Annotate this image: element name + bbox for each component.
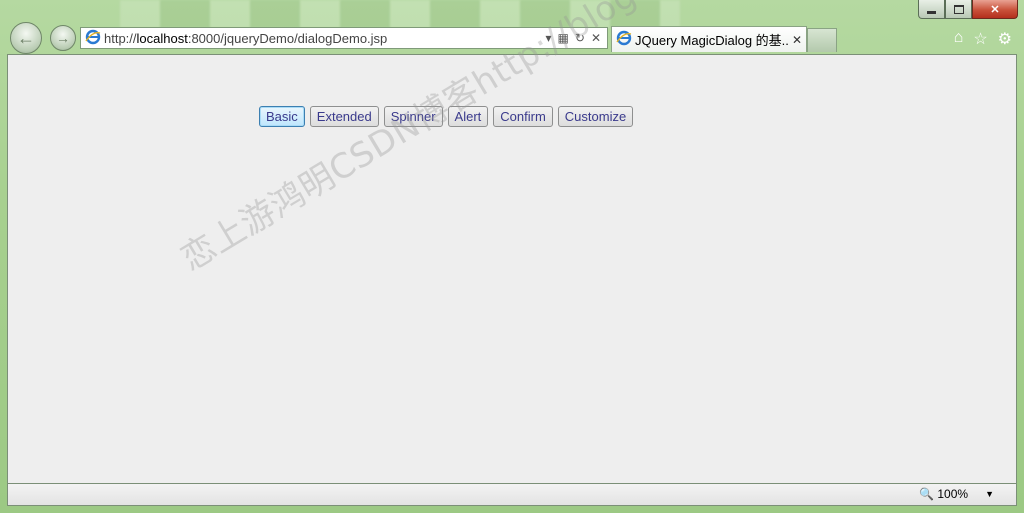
ie-logo-icon (616, 30, 632, 49)
confirm-button[interactable]: Confirm (493, 106, 553, 127)
gear-icon[interactable]: ⚙ (998, 29, 1012, 49)
minimize-button[interactable] (918, 0, 945, 19)
forward-button[interactable]: → (50, 25, 76, 51)
close-tab-icon[interactable]: ✕ (788, 33, 806, 47)
back-arrow-icon: ← (17, 27, 35, 48)
star-icon[interactable]: ☆ (973, 29, 987, 49)
forward-arrow-icon: → (56, 30, 70, 46)
window-frame: ✕ ← → http://localhost:8000/jqueryDemo/d… (0, 0, 1024, 513)
tab-active[interactable]: JQuery MagicDialog 的基... ✕ (611, 26, 807, 52)
tab-title: JQuery MagicDialog 的基... (635, 33, 788, 48)
command-icons: ⌂ ☆ ⚙ (954, 29, 1012, 49)
window-caption-buttons: ✕ (918, 0, 1018, 20)
zoom-icon: 🔍 (919, 487, 935, 501)
status-bar: 🔍 100% ▼ (7, 484, 1017, 506)
page-content: Basic Extended Spinner Alert Confirm Cus… (7, 54, 1017, 484)
basic-button[interactable]: Basic (259, 106, 305, 127)
ie-logo-icon (85, 29, 101, 48)
back-button[interactable]: ← (10, 22, 42, 54)
minimize-icon (927, 10, 936, 14)
url-host: localhost (136, 30, 188, 46)
maximize-icon (953, 4, 964, 14)
home-icon[interactable]: ⌂ (954, 29, 964, 49)
chevron-down-icon[interactable]: ▼ (985, 489, 994, 499)
customize-button[interactable]: Customize (557, 106, 634, 127)
maximize-button[interactable] (945, 0, 972, 19)
new-tab-button[interactable] (807, 28, 837, 52)
url-scheme: http:// (104, 30, 137, 46)
address-url: http://localhost:8000/jqueryDemo/dialogD… (104, 31, 546, 46)
url-path: :8000/jqueryDemo/dialogDemo.jsp (187, 30, 388, 46)
close-icon: ✕ (990, 3, 1000, 16)
close-window-button[interactable]: ✕ (972, 0, 1018, 19)
zoom-control[interactable]: 🔍 100% ▼ (919, 487, 994, 501)
zoom-level: 100% (937, 487, 969, 501)
